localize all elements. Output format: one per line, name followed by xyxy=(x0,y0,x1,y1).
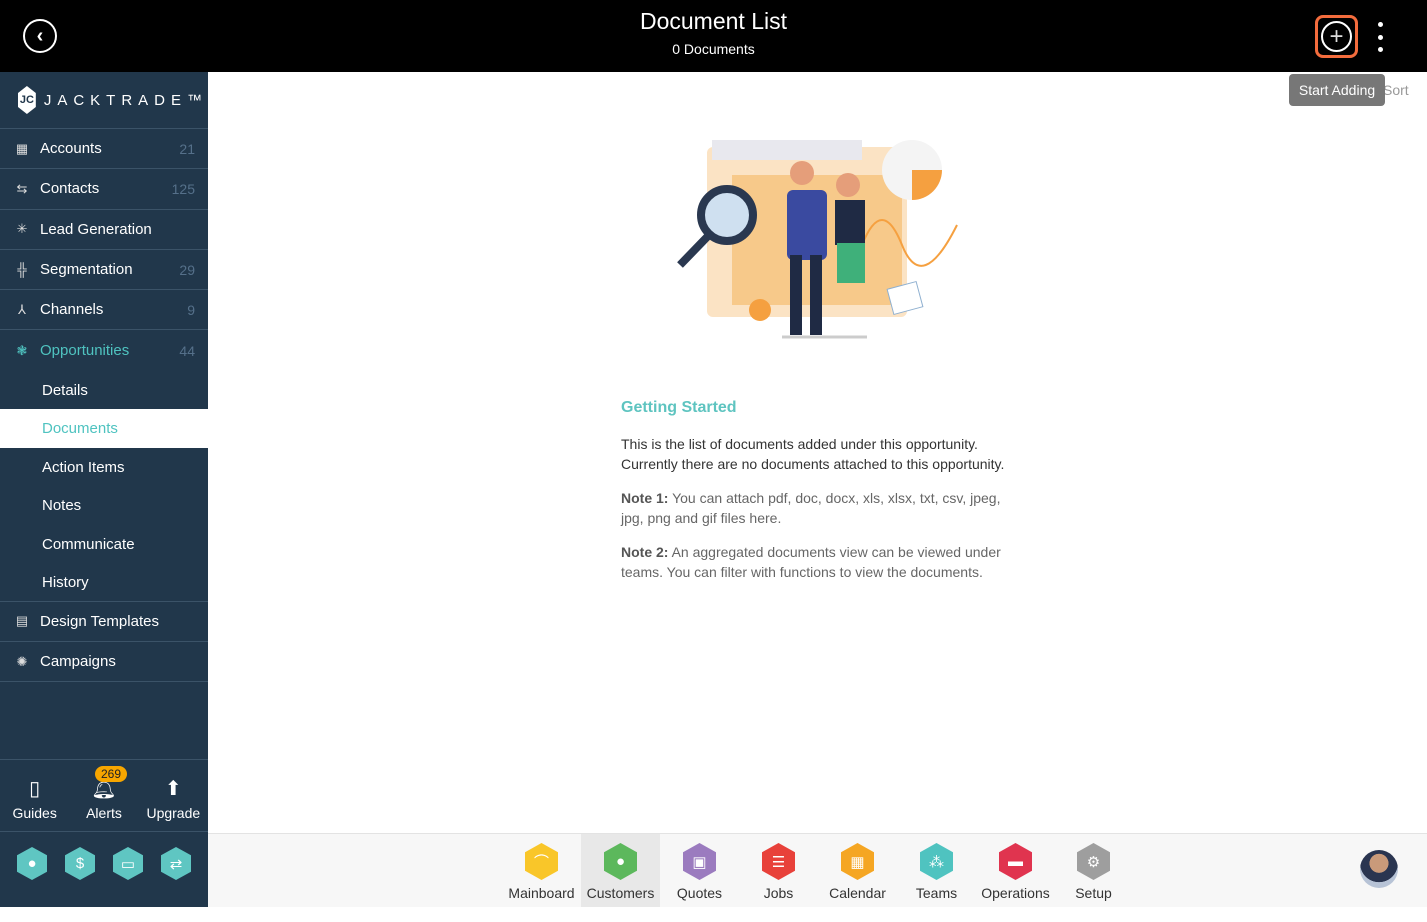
add-document-button[interactable]: + xyxy=(1315,15,1358,58)
sidebar-tools: ▯ Guides 269 🔔︎ Alerts ⬆ Upgrade xyxy=(0,759,208,832)
document-count: 0 Documents xyxy=(672,41,755,57)
app-customers[interactable]: ● Customers xyxy=(581,834,660,907)
sub-item-details[interactable]: Details xyxy=(0,371,208,410)
sidebar-item-design-templates[interactable]: ▤ Design Templates xyxy=(0,602,208,643)
sort-button[interactable]: Sort xyxy=(1383,82,1409,98)
sub-item-communicate[interactable]: Communicate xyxy=(0,525,208,564)
arrow-up-icon: ⬆ xyxy=(164,778,182,800)
book-icon: ▯ xyxy=(29,778,41,800)
sub-item-history[interactable]: History xyxy=(0,563,208,602)
upgrade-button[interactable]: ⬆ Upgrade xyxy=(143,760,203,831)
quick-apps: ● $ ▭ ⇄ xyxy=(0,847,208,880)
workflow-icon[interactable]: ⇄ xyxy=(161,847,191,880)
list-icon: ☰ xyxy=(762,843,795,880)
dollar-icon[interactable]: $ xyxy=(65,847,95,880)
opportunities-icon: ❃ xyxy=(16,342,28,358)
user-icon[interactable]: ● xyxy=(17,847,47,880)
app-mainboard[interactable]: ⌒ Mainboard xyxy=(502,834,581,907)
getting-started-heading: Getting Started xyxy=(621,399,737,416)
contacts-icon: ⇆ xyxy=(16,180,28,196)
sidebar-item-lead-generation[interactable]: ✳ Lead Generation xyxy=(0,210,208,250)
network-icon: ✳ xyxy=(16,221,28,237)
top-header: ‹ Document List 0 Documents + xyxy=(0,0,1427,72)
app-jobs[interactable]: ☰ Jobs xyxy=(739,834,818,907)
guides-button[interactable]: ▯ Guides xyxy=(5,760,65,831)
sidebar-item-accounts[interactable]: ▦ Accounts 21 xyxy=(0,129,208,170)
user-avatar[interactable] xyxy=(1360,850,1398,888)
channels-icon: ⅄ xyxy=(18,301,26,317)
teams-icon: ⁂ xyxy=(920,843,953,880)
money-icon[interactable]: ▭ xyxy=(113,847,143,880)
sidebar-item-segmentation[interactable]: ╬ Segmentation 29 xyxy=(0,250,208,291)
sidebar-item-campaigns[interactable]: ✺ Campaigns xyxy=(0,642,208,683)
note-2: Note 2: An aggregated documents view can… xyxy=(621,544,1001,580)
sub-item-action-items[interactable]: Action Items xyxy=(0,448,208,487)
campaigns-icon: ✺ xyxy=(16,653,28,669)
segmentation-icon: ╬ xyxy=(17,262,27,278)
templates-icon: ▤ xyxy=(15,613,29,629)
note-1: Note 1: You can attach pdf, doc, docx, x… xyxy=(621,490,1001,526)
getting-started-panel: Getting Started This is the list of docu… xyxy=(621,398,1021,596)
app-setup[interactable]: ⚙ Setup xyxy=(1054,834,1133,907)
mainboard-icon: ⌒ xyxy=(525,843,558,880)
building-icon: ▦ xyxy=(15,140,29,156)
jacktrade-logo[interactable]: JC JACKTRADE™ xyxy=(0,72,208,129)
calendar-icon: ▦ xyxy=(841,843,874,880)
sidebar-item-channels[interactable]: ⅄ Channels 9 xyxy=(0,290,208,331)
sidebar-item-opportunities[interactable]: ❃ Opportunities 44 xyxy=(0,330,208,370)
more-options-button[interactable] xyxy=(1372,22,1388,52)
app-calendar[interactable]: ▦ Calendar xyxy=(818,834,897,907)
getting-started-illustration xyxy=(677,140,958,339)
quotes-icon: ▣ xyxy=(683,843,716,880)
alerts-badge: 269 xyxy=(94,766,128,782)
page-title: Document List xyxy=(639,8,787,34)
start-adding-tooltip: Start Adding xyxy=(1289,74,1385,106)
briefcase-icon: ▬ xyxy=(999,843,1032,880)
intro-text: This is the list of documents added unde… xyxy=(621,436,1005,472)
app-teams[interactable]: ⁂ Teams xyxy=(897,834,976,907)
sidebar: JC JACKTRADE™ ▦ Accounts 21 ⇆ Contacts 125 ✳ L… xyxy=(0,72,208,907)
sub-item-documents[interactable]: Documents xyxy=(0,409,208,448)
bottom-app-bar: ⌒ Mainboard ● Customers ▣ Quotes ☰ Jobs ▦ Cal… xyxy=(208,833,1427,907)
app-quotes[interactable]: ▣ Quotes xyxy=(660,834,739,907)
plus-icon: + xyxy=(1321,21,1352,52)
sub-item-notes[interactable]: Notes xyxy=(0,486,208,525)
alerts-button[interactable]: 269 🔔︎ Alerts xyxy=(74,760,134,831)
sidebar-item-contacts[interactable]: ⇆ Contacts 125 xyxy=(0,169,208,210)
gear-icon: ⚙ xyxy=(1077,843,1110,880)
customer-icon: ● xyxy=(604,843,637,880)
app-operations[interactable]: ▬ Operations xyxy=(976,834,1055,907)
